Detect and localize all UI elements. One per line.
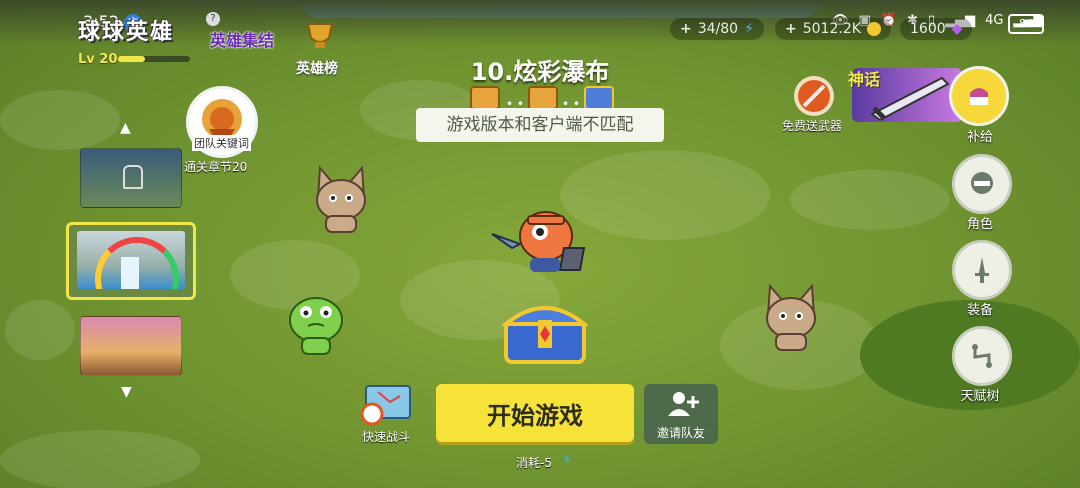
hero-character — [490, 204, 590, 280]
coin-value: 5012.2K — [802, 21, 861, 37]
gem-counter[interactable]: 1600 ◆ — [900, 18, 973, 40]
team-key-label: 团队关键词 — [192, 135, 251, 151]
supply-label: 补给 — [966, 130, 993, 145]
energy-value: 34/80 — [697, 21, 739, 37]
bg-blob — [0, 90, 120, 150]
gem-icon: ◆ — [951, 21, 963, 37]
xp-bar-fill — [118, 56, 146, 62]
energy-counter[interactable]: + 34/80 ⚡ — [670, 18, 764, 40]
character-label: 角色 — [966, 217, 993, 232]
chest-icon — [584, 86, 614, 110]
talent-tree-label: 天赋树 — [960, 389, 1000, 404]
invite-button[interactable]: 邀请队友 — [644, 384, 718, 444]
stage-thumb-locked[interactable] — [80, 148, 182, 208]
start-game-button[interactable]: 开始游戏 — [436, 384, 634, 442]
quick-battle-label[interactable]: 快速战斗 — [362, 428, 410, 445]
scroll-up-icon[interactable]: ▲ — [120, 120, 131, 136]
free-weapon-label[interactable]: 免费送武器 — [782, 117, 842, 134]
gem-value: 1600 — [910, 21, 946, 37]
supply-button[interactable] — [949, 66, 1009, 126]
version-warning: 游戏版本和客户端不匹配 — [416, 108, 664, 142]
battery-indicator: 84 — [1008, 14, 1044, 34]
cat-enemy — [312, 164, 370, 240]
add-friend-icon — [668, 392, 699, 416]
hero-rank-label[interactable]: 英雄榜 — [296, 58, 338, 78]
trophy-icon[interactable] — [302, 16, 338, 52]
invite-label: 邀请队友 — [656, 426, 705, 440]
bg-blob — [0, 430, 200, 488]
add-icon[interactable]: + — [785, 21, 797, 37]
chapter-label: 通关章节20 — [184, 160, 248, 174]
help-icon[interactable]: ? — [206, 12, 220, 26]
lightning-icon: ⚡ — [562, 452, 572, 468]
myth-label: 神话 — [848, 70, 881, 89]
logo-subtitle: 英雄集结 — [210, 31, 275, 50]
free-weapon-icon[interactable] — [794, 76, 834, 116]
bg-blob — [560, 150, 770, 240]
character-button[interactable] — [952, 154, 1012, 214]
waterfall — [121, 257, 139, 289]
stage-chest-progress: • • • • • — [470, 84, 620, 111]
xp-bar — [118, 56, 190, 62]
game-logo: 球球英雄 — [78, 20, 175, 45]
quick-battle-icon[interactable] — [360, 384, 416, 428]
coin-counter[interactable]: + 5012.2K — [775, 18, 891, 40]
energy-cost-label: 消耗-5 — [516, 456, 552, 470]
network-label: 4G — [985, 13, 1004, 28]
coin-icon — [866, 22, 881, 36]
stage-thumb-selected[interactable] — [66, 222, 196, 300]
level-label: Lv 20 — [78, 52, 118, 67]
cat-enemy — [762, 282, 820, 358]
stage-thumb-next[interactable] — [80, 316, 182, 376]
lightning-icon: ⚡ — [744, 21, 754, 37]
rainbow-waterfall-image — [77, 231, 185, 289]
bg-blob — [790, 170, 950, 230]
chest-icon — [470, 86, 500, 110]
bg-blob — [5, 300, 75, 360]
equipment-label: 装备 — [966, 303, 993, 318]
scroll-down-icon[interactable]: ▼ — [121, 384, 132, 400]
stage-title: 10.炫彩瀑布 — [470, 58, 610, 86]
talent-tree-button[interactable] — [952, 326, 1012, 386]
equipment-button[interactable] — [952, 240, 1012, 300]
frog-enemy — [286, 290, 346, 362]
add-icon[interactable]: + — [680, 21, 692, 37]
treasure-chest[interactable] — [500, 296, 590, 370]
chest-icon — [528, 86, 558, 110]
game-scene: 3:52 支 👁 ▣ ⏰ ✱ ▯ ▂▄▆ 4G ▂▄▆ 84 球球英雄 ? 英雄… — [0, 0, 1080, 488]
lock-icon — [123, 165, 143, 189]
